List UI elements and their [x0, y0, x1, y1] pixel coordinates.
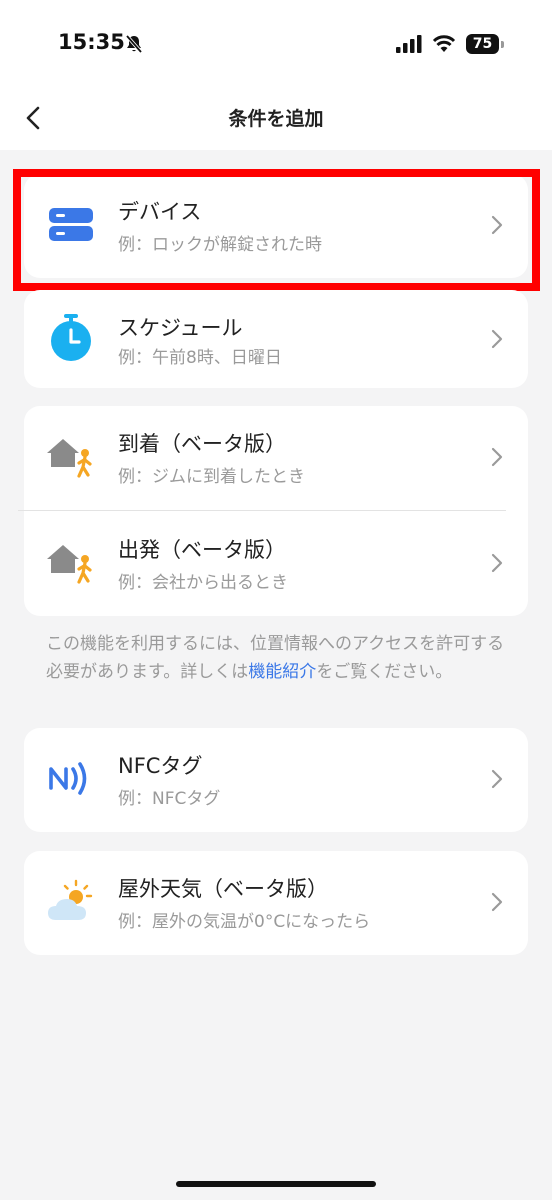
condition-item-example: 例：会社から出るとき [118, 573, 288, 593]
status-time: 15:35 [58, 30, 125, 54]
note-text-end: をご覧ください。 [316, 662, 453, 682]
condition-item-example: 例：NFCタグ [118, 789, 221, 809]
feature-intro-link[interactable]: 機能紹介 [248, 662, 316, 682]
page-title: 条件を追加 [228, 108, 324, 130]
battery-icon: 75 [466, 34, 504, 54]
battery-level: 75 [466, 34, 499, 54]
condition-item-title: 屋外天気（ベータ版） [118, 877, 328, 901]
location-permission-note: この機能を利用するには、位置情報へのアクセスを許可する必要があります。詳しくは機… [46, 630, 516, 686]
weather-card: 屋外天気（ベータ版） 例：屋外の気温が0°Cになったら [24, 851, 528, 955]
bell-muted-icon [125, 34, 143, 54]
chevron-right-icon [491, 769, 503, 789]
battery-nub [501, 41, 504, 48]
condition-item-schedule[interactable]: スケジュール 例：午前8時、日曜日 [24, 290, 528, 388]
wifi-icon [432, 35, 456, 52]
chevron-right-icon [491, 553, 503, 573]
schedule-card: スケジュール 例：午前8時、日曜日 [24, 290, 528, 388]
condition-item-example: 例：午前8時、日曜日 [118, 348, 282, 368]
chevron-right-icon [491, 892, 503, 912]
condition-item-title: 到着（ベータ版） [118, 432, 286, 456]
divider [18, 510, 506, 511]
condition-item-title: スケジュール [118, 316, 243, 340]
cellular-signal-icon [396, 35, 422, 53]
arrive-home-icon [47, 439, 92, 478]
condition-item-nfc[interactable]: NFCタグ 例：NFCタグ [24, 728, 528, 832]
condition-item-example: 例：屋外の気温が0°Cになったら [118, 912, 371, 932]
chevron-right-icon [491, 329, 503, 349]
highlight-box [13, 169, 540, 291]
condition-item-title: 出発（ベータ版） [118, 538, 286, 562]
leave-home-icon [47, 545, 92, 584]
nfc-card: NFCタグ 例：NFCタグ [24, 728, 528, 832]
chevron-right-icon [491, 447, 503, 467]
weather-icon [48, 879, 93, 920]
nfc-icon [49, 762, 87, 795]
location-card: 到着（ベータ版） 例：ジムに到着したとき 出発（ベータ版） 例：会社から出るとき [18, 406, 528, 616]
condition-item-arrive[interactable]: 到着（ベータ版） 例：ジムに到着したとき [24, 406, 528, 510]
top-bar: 15:35 75 条件を追加 [0, 0, 552, 150]
condition-item-weather[interactable]: 屋外天気（ベータ版） 例：屋外の気温が0°Cになったら [24, 851, 528, 955]
timer-icon [51, 314, 91, 361]
condition-item-example: 例：ジムに到着したとき [118, 467, 305, 487]
home-indicator[interactable] [176, 1181, 376, 1187]
condition-item-leave[interactable]: 出発（ベータ版） 例：会社から出るとき [24, 512, 528, 616]
condition-item-title: NFCタグ [118, 754, 203, 778]
